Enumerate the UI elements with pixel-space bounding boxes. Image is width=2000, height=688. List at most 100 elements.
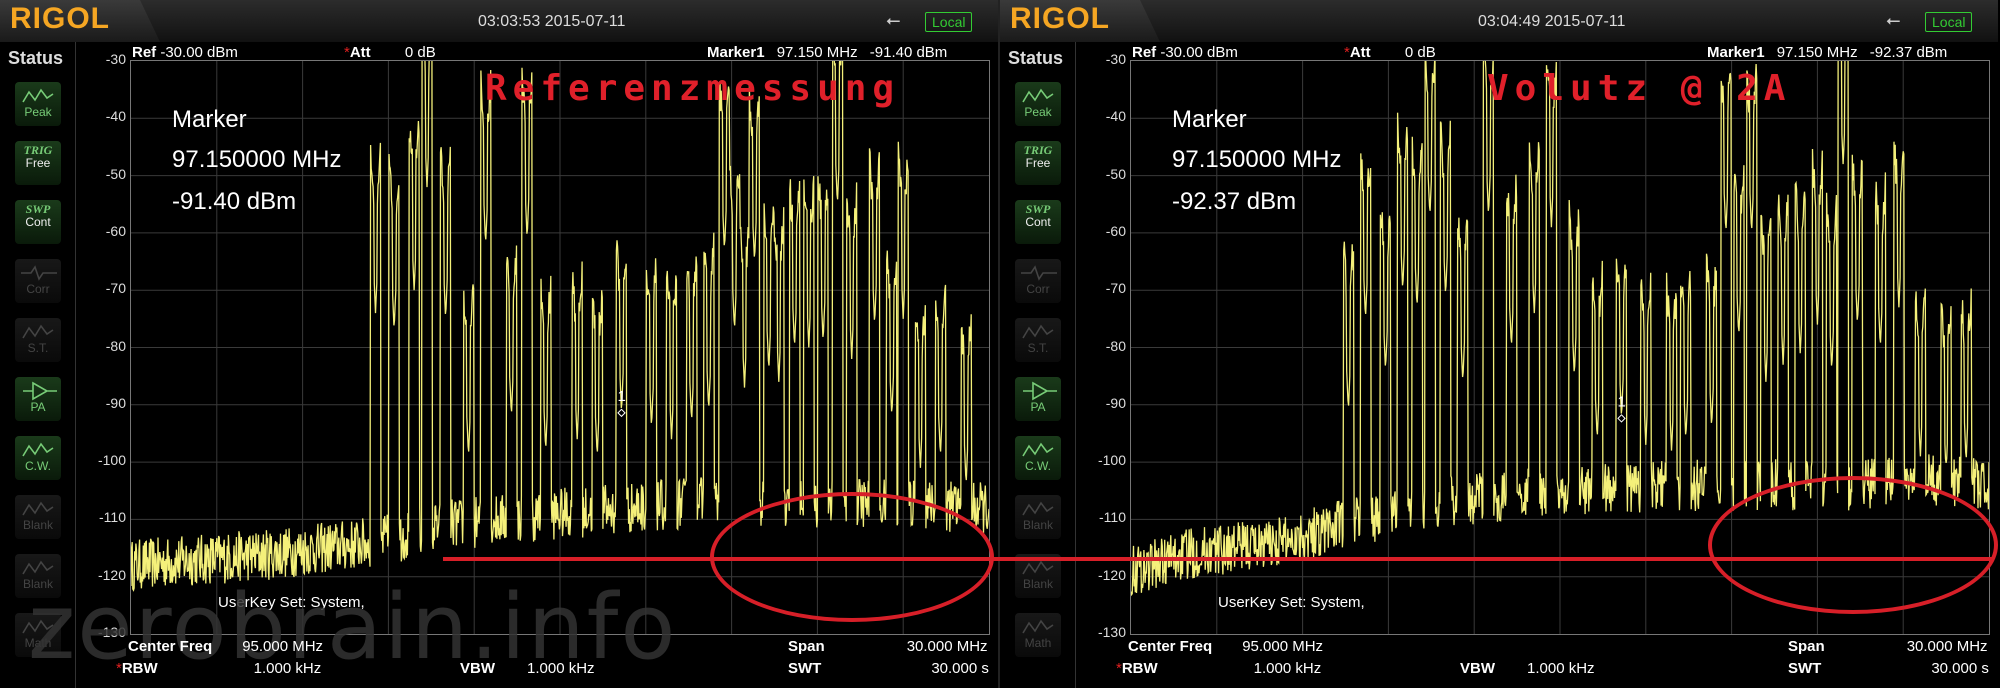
trig-icon: TRIG [23, 143, 53, 157]
vbw: VBW 1.000 kHz [460, 660, 595, 677]
span-label: Span [788, 638, 825, 655]
attenuation: *Att 0 dB [1344, 44, 1436, 61]
y-tick-label: -100 [97, 452, 126, 469]
annotation-title: Referenzmessung [485, 68, 901, 109]
trig-icon: TRIG [1023, 143, 1053, 157]
usb-icon: ⭠ [886, 10, 901, 30]
y-tick-label: -90 [105, 394, 126, 411]
status-title: Status [8, 48, 64, 68]
att-value: 0 dB [1404, 44, 1436, 61]
rbw-label: RBW [1121, 660, 1158, 677]
status-button-pa[interactable]: PA [15, 377, 61, 421]
status-button-label: Free [1025, 156, 1051, 170]
swt: SWT 30.000 s [788, 660, 989, 677]
marker-number: 1 [617, 388, 625, 405]
swt-value: 30.000 s [931, 660, 989, 677]
marker-freq: 97.150 MHz [1776, 44, 1858, 61]
status-button-label: Math [1024, 636, 1052, 650]
rigol-logo: RIGOL [10, 2, 110, 35]
center-freq-label: Center Freq [128, 638, 213, 655]
local-badge[interactable]: Local [925, 12, 973, 32]
peak-icon [1022, 88, 1054, 103]
pa-icon [1023, 381, 1057, 401]
marker-diamond-icon [617, 408, 626, 418]
center-freq-value: 95.000 MHz [242, 638, 324, 655]
status-button-free[interactable]: TRIG Free [15, 141, 61, 185]
status-button-cont[interactable]: SWP Cont [1015, 200, 1061, 244]
status-button-corr[interactable]: Corr [1015, 259, 1061, 303]
center-freq-value: 95.000 MHz [1242, 638, 1324, 655]
swp-icon: SWP [25, 202, 51, 216]
status-button-label: Peak [24, 105, 52, 119]
att-value: 0 dB [404, 44, 436, 61]
ref-label: Ref [132, 44, 157, 61]
span: Span 30.000 MHz [788, 638, 988, 655]
rbw-value: 1.000 kHz [1253, 660, 1322, 677]
status-button-pa[interactable]: PA [1015, 377, 1061, 421]
rigol-logo: RIGOL [1010, 2, 1110, 35]
span-label: Span [1788, 638, 1825, 655]
status-button-label: Free [25, 156, 51, 170]
status-button-corr[interactable]: Corr [15, 259, 61, 303]
math-icon [1022, 619, 1054, 634]
usb-icon: ⭠ [1886, 10, 1901, 30]
att-label: Att [349, 44, 371, 61]
marker-level: -92.37 dBm [1869, 44, 1948, 61]
rbw: *RBW 1.000 kHz [116, 660, 321, 677]
status-button-peak[interactable]: Peak [15, 82, 61, 126]
y-tick-label: -70 [1105, 280, 1126, 297]
ref-value: -30.00 dBm [160, 44, 238, 61]
y-tick-label: -110 [1099, 509, 1126, 526]
span-value: 30.000 MHz [1906, 638, 1988, 655]
swp-icon: SWP [1025, 202, 1051, 216]
swt-label: SWT [1788, 660, 1822, 677]
blank-icon [22, 501, 54, 516]
marker-info-freq: 97.150000 MHz [1172, 146, 1342, 173]
status-button-label: Corr [1026, 282, 1050, 296]
rbw-label: RBW [121, 660, 158, 677]
status-button-math[interactable]: Math [1015, 613, 1061, 657]
marker-1[interactable]: 1 [1617, 393, 1626, 423]
marker-level: -91.40 dBm [869, 44, 948, 61]
vbw-label: VBW [460, 660, 495, 677]
vbw: VBW 1.000 kHz [1460, 660, 1595, 677]
corr-icon [1021, 265, 1057, 281]
corr-icon [21, 265, 57, 281]
status-button-st[interactable]: S.T. [1015, 318, 1061, 362]
peak-icon [22, 88, 54, 103]
status-button-cw[interactable]: C.W. [1015, 436, 1061, 480]
status-button-label: Cont [25, 215, 51, 229]
span: Span 30.000 MHz [1788, 638, 1988, 655]
status-button-label: Corr [26, 282, 50, 296]
ref-label: Ref [1132, 44, 1157, 61]
center-freq: Center Freq 95.000 MHz [1128, 638, 1323, 655]
status-button-label: Cont [1025, 215, 1051, 229]
status-button-label: Blank [22, 518, 54, 532]
span-value: 30.000 MHz [906, 638, 988, 655]
marker-info-level: -92.37 dBm [1172, 188, 1297, 215]
status-button-free[interactable]: TRIG Free [1015, 141, 1061, 185]
local-badge[interactable]: Local [1925, 12, 1973, 32]
status-button-label: C.W. [1025, 459, 1051, 473]
y-tick-label: -90 [1105, 394, 1126, 411]
status-button-cw[interactable]: C.W. [15, 436, 61, 480]
status-button-blank[interactable]: Blank [1015, 495, 1061, 539]
marker-1[interactable]: 1 [617, 388, 626, 418]
marker-label: Marker1 [707, 44, 765, 61]
marker-info-level: -91.40 dBm [172, 188, 297, 215]
marker-freq: 97.150 MHz [776, 44, 858, 61]
status-button-label: PA [1030, 400, 1046, 414]
status-button-peak[interactable]: Peak [1015, 82, 1061, 126]
status-sidebar: Status Peak TRIG Free SWP Cont Corr S.T. PA C.W.… [1000, 42, 1076, 688]
att-label: Att [1349, 44, 1371, 61]
status-button-label: Peak [1024, 105, 1052, 119]
marker-readout: Marker1 97.150 MHz -91.40 dBm [707, 44, 947, 61]
status-button-cont[interactable]: SWP Cont [15, 200, 61, 244]
rbw-value: 1.000 kHz [253, 660, 322, 677]
marker-info-title: Marker [1172, 106, 1247, 133]
y-tick-label: -70 [105, 280, 126, 297]
status-button-st[interactable]: S.T. [15, 318, 61, 362]
status-button-blank[interactable]: Blank [15, 495, 61, 539]
swt-value: 30.000 s [1931, 660, 1989, 677]
status-button-label: S.T. [27, 341, 49, 355]
